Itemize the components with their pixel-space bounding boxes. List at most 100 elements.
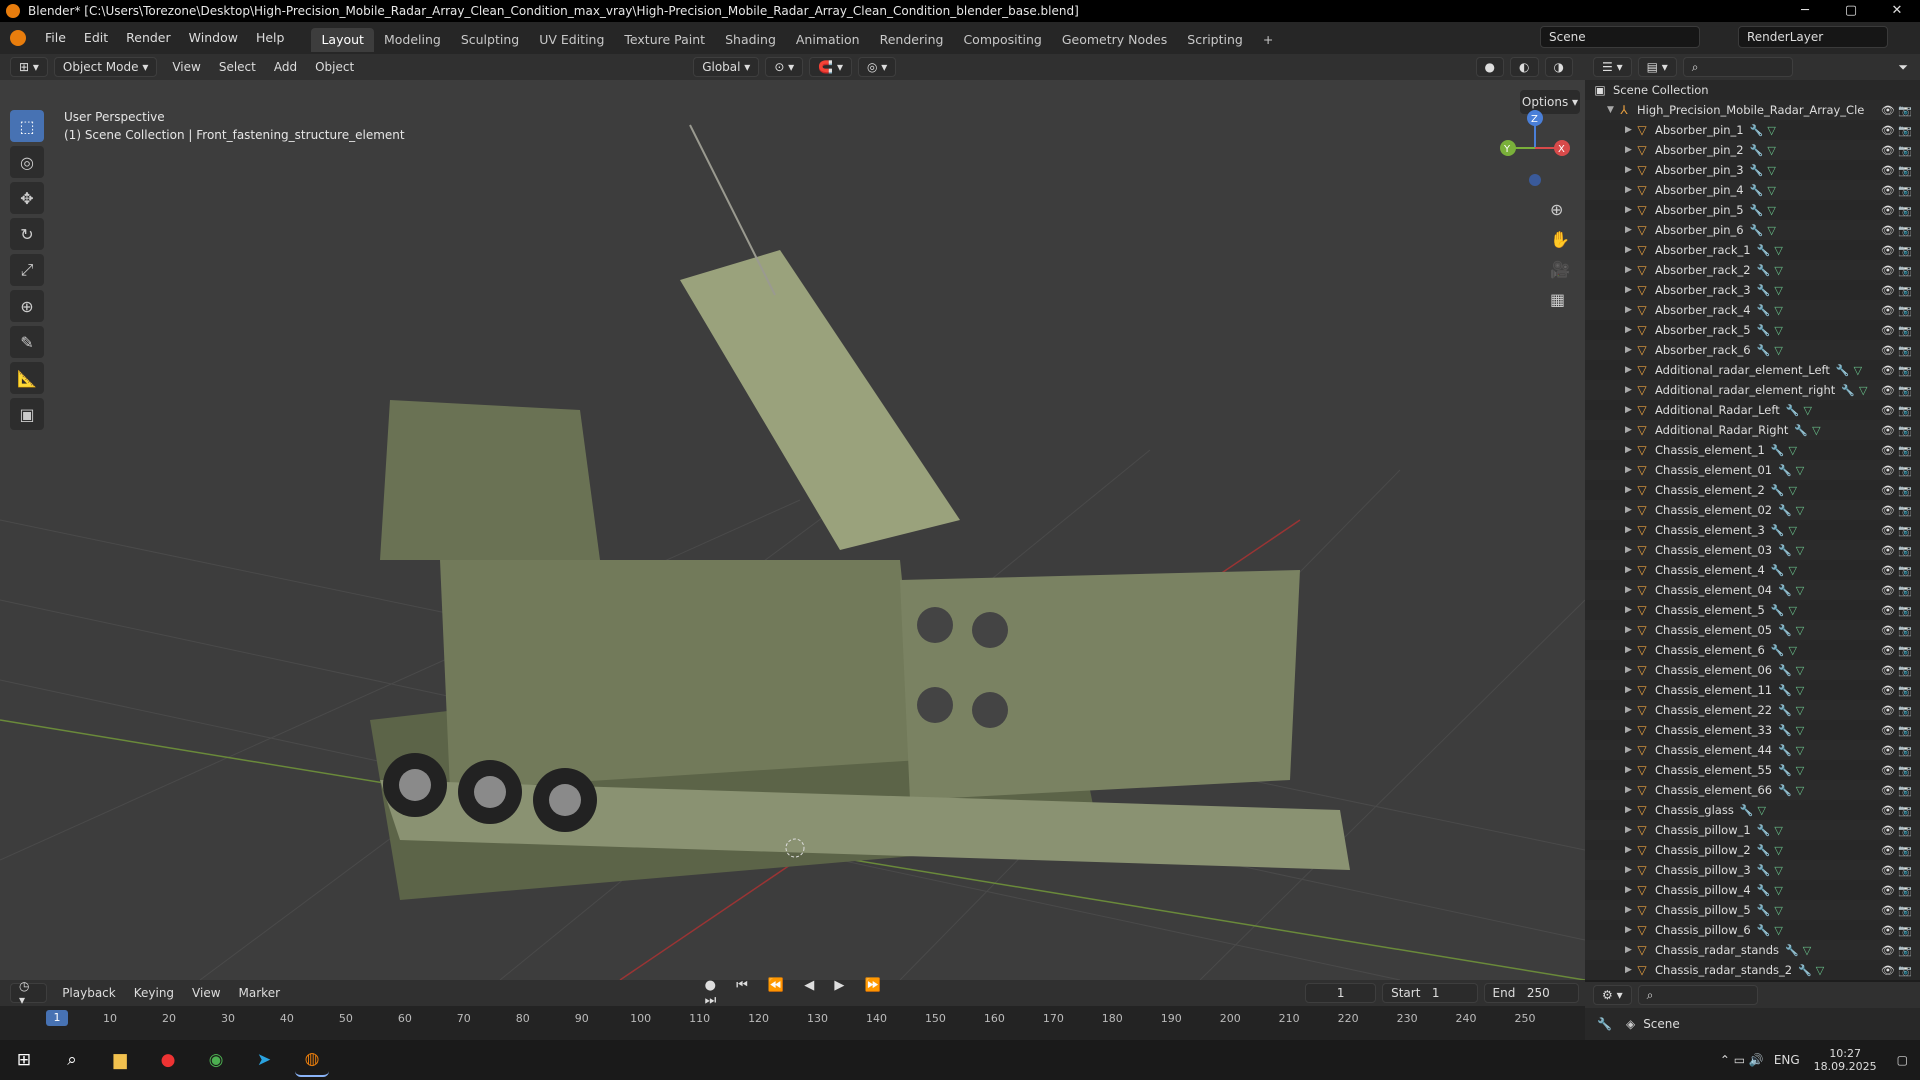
visibility-toggles[interactable]: 👁 📷	[1881, 424, 1912, 437]
expand-right-icon[interactable]: ▶	[1625, 365, 1635, 375]
outliner-row[interactable]: ▶ ▽ Chassis_pillow_4 🔧 ▽ 👁 📷	[1585, 880, 1920, 900]
expand-right-icon[interactable]: ▶	[1625, 425, 1635, 435]
visibility-toggles[interactable]: 👁 📷	[1881, 844, 1912, 857]
expand-right-icon[interactable]: ▶	[1625, 905, 1635, 915]
pan-hand-icon[interactable]: ✋	[1550, 225, 1570, 255]
outliner-row[interactable]: ▶ ▽ Chassis_element_66 🔧 ▽ 👁 📷	[1585, 780, 1920, 800]
outliner-row[interactable]: ▶ ▽ Chassis_pillow_2 🔧 ▽ 👁 📷	[1585, 840, 1920, 860]
expand-right-icon[interactable]: ▶	[1625, 145, 1635, 155]
outliner-row[interactable]: ▶ ▽ Absorber_rack_2 🔧 ▽ 👁 📷	[1585, 260, 1920, 280]
close-button[interactable]: ✕	[1874, 0, 1920, 22]
expand-right-icon[interactable]: ▶	[1625, 165, 1635, 175]
menu-edit[interactable]: Edit	[75, 22, 117, 54]
expand-right-icon[interactable]: ▶	[1625, 385, 1635, 395]
snap-toggle[interactable]: 🧲 ▾	[809, 57, 852, 77]
expand-right-icon[interactable]: ▶	[1625, 225, 1635, 235]
visibility-toggles[interactable]: 👁 📷	[1881, 604, 1912, 617]
visibility-toggles[interactable]: 👁 📷	[1881, 864, 1912, 877]
expand-right-icon[interactable]: ▶	[1625, 925, 1635, 935]
shading-rendered-button[interactable]: ◑	[1544, 57, 1573, 77]
visibility-toggles[interactable]: 👁 📷	[1881, 444, 1912, 457]
notifications-icon[interactable]: ▢	[1897, 1053, 1908, 1067]
windows-start-icon[interactable]: ⊞	[7, 1043, 41, 1077]
visibility-toggles[interactable]: 👁 📷	[1881, 584, 1912, 597]
tab-layout[interactable]: Layout	[311, 28, 374, 52]
visibility-toggles[interactable]: 👁 📷	[1881, 964, 1912, 977]
expand-right-icon[interactable]: ▶	[1625, 305, 1635, 315]
expand-right-icon[interactable]: ▶	[1625, 325, 1635, 335]
root-object-row[interactable]: ▼ ⅄ High_Precision_Mobile_Radar_Array_Cl…	[1585, 100, 1920, 120]
expand-right-icon[interactable]: ▶	[1625, 505, 1635, 515]
outliner-row[interactable]: ▶ ▽ Chassis_element_4 🔧 ▽ 👁 📷	[1585, 560, 1920, 580]
outliner-row[interactable]: ▶ ▽ Chassis_element_6 🔧 ▽ 👁 📷	[1585, 640, 1920, 660]
search-icon[interactable]: ⌕	[55, 1043, 89, 1077]
outliner-row[interactable]: ▶ ▽ Chassis_pillow_5 🔧 ▽ 👁 📷	[1585, 900, 1920, 920]
navigation-gizmo[interactable]: Z X Y	[1500, 108, 1570, 188]
expand-right-icon[interactable]: ▶	[1625, 205, 1635, 215]
visibility-toggles[interactable]: 👁 📷	[1881, 164, 1912, 177]
tab-compositing[interactable]: Compositing	[953, 28, 1051, 52]
visibility-toggles[interactable]: 👁 📷	[1881, 144, 1912, 157]
visibility-toggles[interactable]: 👁 📷	[1881, 924, 1912, 937]
root-visibility[interactable]: 👁 📷	[1881, 104, 1912, 117]
expand-right-icon[interactable]: ▶	[1625, 565, 1635, 575]
add-cube-tool[interactable]: ▣	[10, 398, 44, 430]
expand-right-icon[interactable]: ▶	[1625, 965, 1635, 975]
tab-texture-paint[interactable]: Texture Paint	[614, 28, 715, 52]
select-box-tool[interactable]: ⬚	[10, 110, 44, 142]
outliner-row[interactable]: ▶ ▽ Chassis_element_1 🔧 ▽ 👁 📷	[1585, 440, 1920, 460]
start-frame-field[interactable]: Start 1	[1382, 983, 1478, 1003]
mode-dropdown[interactable]: Object Mode ▾	[53, 57, 158, 77]
visibility-toggles[interactable]: 👁 📷	[1881, 704, 1912, 717]
outliner-row[interactable]: ▶ ▽ Chassis_element_03 🔧 ▽ 👁 📷	[1585, 540, 1920, 560]
chrome-icon[interactable]: ◉	[199, 1043, 233, 1077]
visibility-toggles[interactable]: 👁 📷	[1881, 804, 1912, 817]
tab-modeling[interactable]: Modeling	[374, 28, 451, 52]
visibility-toggles[interactable]: 👁 📷	[1881, 484, 1912, 497]
outliner-row[interactable]: ▶ ▽ Chassis_element_02 🔧 ▽ 👁 📷	[1585, 500, 1920, 520]
scene-collection-row[interactable]: ▣ Scene Collection	[1585, 80, 1920, 100]
expand-right-icon[interactable]: ▶	[1625, 585, 1635, 595]
visibility-toggles[interactable]: 👁 📷	[1881, 544, 1912, 557]
expand-right-icon[interactable]: ▶	[1625, 465, 1635, 475]
outliner-row[interactable]: ▶ ▽ Absorber_rack_1 🔧 ▽ 👁 📷	[1585, 240, 1920, 260]
visibility-toggles[interactable]: 👁 📷	[1881, 344, 1912, 357]
expand-down-icon[interactable]: ▼	[1607, 105, 1617, 115]
expand-right-icon[interactable]: ▶	[1625, 245, 1635, 255]
tool-properties-icon[interactable]: 🔧	[1597, 1017, 1612, 1031]
visibility-toggles[interactable]: 👁 📷	[1881, 564, 1912, 577]
visibility-toggles[interactable]: 👁 📷	[1881, 744, 1912, 757]
editor-type-button[interactable]: ⊞ ▾	[10, 57, 48, 77]
grid-view-icon[interactable]: ▦	[1550, 285, 1570, 315]
expand-right-icon[interactable]: ▶	[1625, 705, 1635, 715]
properties-search-input[interactable]: ⌕	[1637, 985, 1758, 1005]
clock[interactable]: 10:27 18.09.2025	[1814, 1047, 1877, 1073]
shading-material-button[interactable]: ◐	[1510, 57, 1539, 77]
playhead[interactable]: 1	[46, 1010, 68, 1026]
expand-right-icon[interactable]: ▶	[1625, 285, 1635, 295]
properties-editor-type-button[interactable]: ⚙ ▾	[1593, 985, 1632, 1005]
blender-menu-icon[interactable]	[10, 30, 26, 46]
transform-tool[interactable]: ⊕	[10, 290, 44, 322]
outliner-row[interactable]: ▶ ▽ Chassis_pillow_6 🔧 ▽ 👁 📷	[1585, 920, 1920, 940]
blender-taskbar-icon[interactable]: ◍	[295, 1043, 329, 1077]
outliner-row[interactable]: ▶ ▽ Additional_Radar_Right 🔧 ▽ 👁 📷	[1585, 420, 1920, 440]
outliner-row[interactable]: ▶ ▽ Chassis_element_11 🔧 ▽ 👁 📷	[1585, 680, 1920, 700]
expand-right-icon[interactable]: ▶	[1625, 645, 1635, 655]
tab-sculpting[interactable]: Sculpting	[451, 28, 529, 52]
visibility-toggles[interactable]: 👁 📷	[1881, 184, 1912, 197]
outliner-row[interactable]: ▶ ▽ Chassis_element_22 🔧 ▽ 👁 📷	[1585, 700, 1920, 720]
zoom-icon[interactable]: ⊕	[1550, 195, 1570, 225]
expand-right-icon[interactable]: ▶	[1625, 845, 1635, 855]
outliner-row[interactable]: ▶ ▽ Chassis_glass 🔧 ▽ 👁 📷	[1585, 800, 1920, 820]
expand-right-icon[interactable]: ▶	[1625, 445, 1635, 455]
scene-selector[interactable]: Scene	[1540, 26, 1700, 48]
scale-tool[interactable]: ⤢	[10, 254, 44, 286]
outliner-row[interactable]: ▶ ▽ Chassis_element_04 🔧 ▽ 👁 📷	[1585, 580, 1920, 600]
visibility-toggles[interactable]: 👁 📷	[1881, 384, 1912, 397]
pivot-dropdown[interactable]: ⊙ ▾	[765, 57, 804, 77]
tab-shading[interactable]: Shading	[715, 28, 786, 52]
outliner-row[interactable]: ▶ ▽ Absorber_rack_4 🔧 ▽ 👁 📷	[1585, 300, 1920, 320]
visibility-toggles[interactable]: 👁 📷	[1881, 224, 1912, 237]
expand-right-icon[interactable]: ▶	[1625, 665, 1635, 675]
